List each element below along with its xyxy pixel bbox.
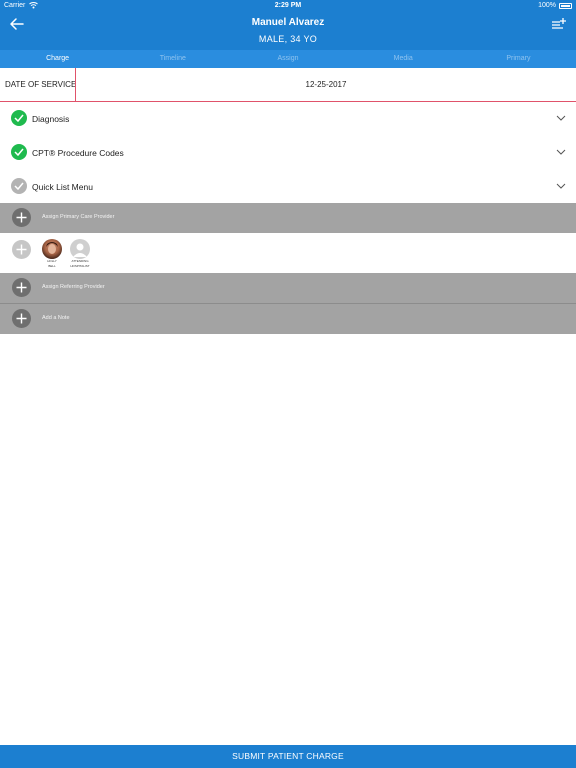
assign-primary-care-row[interactable]: Assign Primary Care Provider — [0, 203, 576, 233]
check-icon — [11, 110, 27, 126]
tab-bar: Charge Timeline Assign Media Primary — [0, 50, 576, 68]
assign-referring-provider-row[interactable]: Assign Referring Provider — [0, 273, 576, 303]
date-of-service-label: DATE OF SERVICE — [5, 80, 77, 89]
add-note-label: Add a Note — [42, 315, 70, 321]
default-avatar-icon — [70, 239, 90, 259]
section-diagnosis[interactable]: Diagnosis — [0, 102, 576, 135]
avatar — [42, 239, 62, 259]
chevron-down-icon[interactable] — [556, 183, 566, 189]
check-icon — [11, 144, 27, 160]
add-icon[interactable] — [12, 208, 31, 227]
chevron-down-icon[interactable] — [556, 149, 566, 155]
section-label: Diagnosis — [32, 114, 70, 124]
section-quick-list-menu[interactable]: Quick List Menu — [0, 170, 576, 203]
provider-name-line2: HOSPITALIST — [70, 263, 90, 268]
provider-name-line1: ATTENDING — [71, 259, 89, 263]
provider-name-line1: HOLLY — [47, 259, 57, 263]
add-icon[interactable] — [12, 278, 31, 297]
add-icon[interactable] — [12, 309, 31, 328]
tab-timeline[interactable]: Timeline — [115, 50, 230, 68]
nav-bar: Manuel Alvarez MALE, 34 YO — [0, 12, 576, 50]
tab-assign[interactable]: Assign — [230, 50, 345, 68]
tab-primary[interactable]: Primary — [461, 50, 576, 68]
provider-item[interactable]: HOLLY BELL — [39, 239, 65, 268]
battery-percent: 100% — [538, 2, 556, 9]
add-note-row[interactable]: Add a Note — [0, 304, 576, 334]
provider-item[interactable]: ATTENDING HOSPITALIST — [67, 239, 93, 268]
patient-name: Manuel Alvarez — [251, 17, 325, 28]
add-provider-icon[interactable] — [12, 240, 31, 259]
section-label: CPT® Procedure Codes — [32, 148, 124, 158]
tab-media[interactable]: Media — [346, 50, 461, 68]
tab-charge[interactable]: Charge — [0, 50, 115, 68]
submit-patient-charge-button[interactable]: SUBMIT PATIENT CHARGE — [0, 745, 576, 768]
provider-name-line2: BELL — [48, 263, 56, 268]
section-label: Quick List Menu — [32, 182, 93, 192]
chevron-down-icon[interactable] — [556, 115, 566, 121]
date-of-service-value[interactable]: 12-25-2017 — [76, 80, 576, 89]
list-add-icon[interactable] — [551, 17, 567, 31]
assign-referring-provider-label: Assign Referring Provider — [42, 284, 105, 290]
date-of-service-row[interactable]: DATE OF SERVICE 12-25-2017 — [0, 68, 576, 102]
battery-icon — [559, 3, 572, 9]
assign-primary-care-label: Assign Primary Care Provider — [42, 214, 115, 220]
check-icon — [11, 178, 27, 194]
section-procedure-codes[interactable]: CPT® Procedure Codes — [0, 136, 576, 169]
clock: 2:29 PM — [274, 2, 302, 9]
provider-list: HOLLY BELL ATTENDING HOSPITALIST — [0, 234, 576, 273]
patient-info: MALE, 34 YO — [258, 34, 318, 44]
status-bar: Carrier 2:29 PM 100% — [0, 0, 576, 12]
